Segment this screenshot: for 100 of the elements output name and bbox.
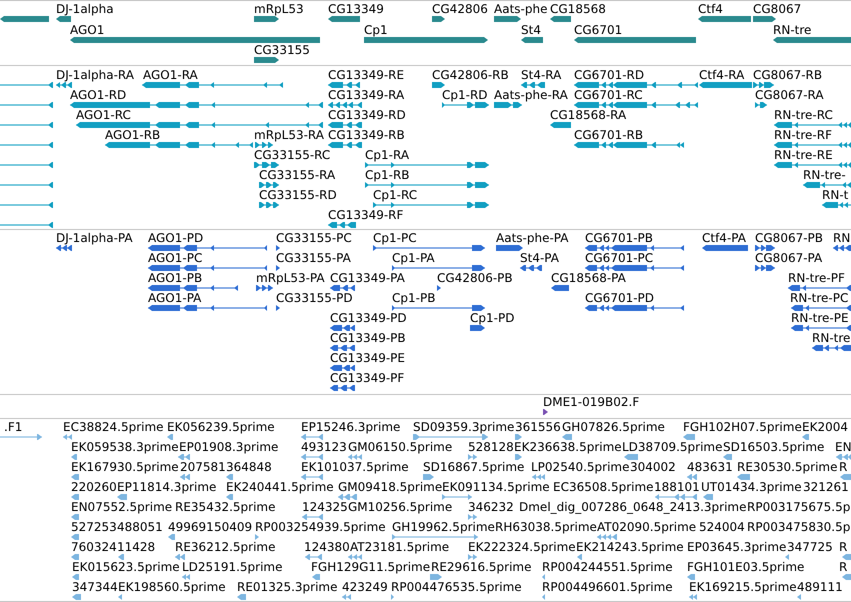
feature-glyph[interactable]	[803, 182, 851, 188]
feature-glyph[interactable]	[755, 265, 775, 271]
feature-glyph[interactable]	[791, 305, 851, 311]
feature-glyph[interactable]	[432, 82, 445, 88]
feature-glyph[interactable]	[702, 245, 748, 251]
feature-glyph[interactable]	[255, 142, 273, 148]
feature-glyph[interactable]	[432, 16, 445, 22]
feature-glyph[interactable]	[330, 385, 355, 391]
feature-glyph[interactable]	[364, 36, 488, 42]
feature-glyph[interactable]	[442, 102, 489, 108]
feature-glyph[interactable]	[56, 82, 72, 88]
feature-glyph[interactable]	[328, 102, 362, 108]
feature-glyph[interactable]	[791, 325, 851, 331]
feature-glyph[interactable]	[365, 182, 489, 188]
feature-label: RN-t	[822, 188, 848, 202]
feature-glyph[interactable]	[276, 265, 280, 271]
feature-glyph[interactable]	[774, 122, 851, 128]
feature-glyph[interactable]	[788, 285, 851, 291]
feature-glyph[interactable]	[276, 245, 280, 251]
feature-glyph[interactable]	[520, 265, 542, 271]
feature-glyph[interactable]	[698, 16, 751, 22]
feature-glyph[interactable]	[753, 16, 776, 22]
feature-glyph[interactable]	[494, 102, 522, 108]
feature-glyph[interactable]	[755, 245, 775, 251]
feature-glyph[interactable]	[585, 245, 684, 251]
feature-glyph[interactable]	[550, 16, 571, 22]
feature-label: DJ-1alpha-PA	[56, 231, 133, 245]
feature-glyph[interactable]	[148, 285, 238, 291]
feature-glyph[interactable]	[259, 202, 279, 208]
feature-glyph[interactable]	[0, 122, 53, 128]
feature-glyph[interactable]	[574, 36, 696, 42]
feature-glyph[interactable]	[148, 265, 267, 271]
feature-glyph[interactable]	[392, 265, 485, 271]
feature-glyph[interactable]	[328, 122, 362, 128]
feature-glyph[interactable]	[56, 16, 71, 22]
feature-glyph[interactable]	[330, 365, 355, 371]
feature-glyph[interactable]	[254, 16, 279, 22]
feature-glyph[interactable]	[276, 305, 280, 311]
feature-glyph[interactable]	[0, 222, 53, 228]
feature-glyph[interactable]	[574, 142, 684, 148]
feature-glyph[interactable]	[0, 182, 53, 188]
feature-label: EK167930.5prime	[71, 460, 179, 474]
feature-glyph[interactable]	[494, 16, 521, 22]
feature-glyph[interactable]	[373, 245, 485, 251]
feature-label: GM09418.5prime	[338, 480, 442, 494]
feature-glyph[interactable]	[551, 285, 569, 291]
feature-glyph[interactable]	[330, 285, 355, 291]
feature-glyph[interactable]	[373, 202, 489, 208]
feature-glyph[interactable]	[365, 162, 489, 168]
feature-glyph[interactable]	[774, 142, 851, 148]
feature-glyph[interactable]	[254, 162, 279, 168]
feature-glyph[interactable]	[0, 102, 53, 108]
feature-glyph[interactable]	[70, 102, 323, 108]
feature-glyph[interactable]	[328, 82, 360, 88]
feature-glyph[interactable]	[148, 245, 267, 251]
feature-glyph[interactable]	[328, 16, 360, 22]
feature-glyph[interactable]	[328, 142, 362, 148]
feature-glyph[interactable]	[76, 122, 323, 128]
feature-glyph[interactable]	[0, 202, 53, 208]
feature-glyph[interactable]	[56, 245, 72, 251]
feature-glyph[interactable]	[70, 36, 320, 42]
feature-glyph[interactable]	[496, 245, 523, 251]
feature-glyph[interactable]	[585, 305, 684, 311]
feature-glyph[interactable]	[392, 305, 485, 311]
feature-label: EN	[835, 440, 851, 454]
feature-glyph[interactable]	[148, 305, 267, 311]
feature-glyph[interactable]	[328, 222, 356, 228]
feature-label: RE29616.5prime	[431, 560, 532, 574]
feature-glyph[interactable]	[0, 82, 53, 88]
feature-glyph[interactable]	[822, 202, 851, 208]
feature-label: 50409	[214, 520, 252, 534]
feature-glyph[interactable]	[574, 102, 698, 108]
feature-glyph[interactable]	[753, 82, 774, 88]
feature-glyph[interactable]	[833, 245, 851, 251]
feature-glyph[interactable]	[330, 345, 355, 351]
feature-glyph[interactable]	[256, 285, 273, 291]
feature-glyph[interactable]	[330, 325, 355, 331]
feature-glyph[interactable]	[0, 142, 53, 148]
feature-glyph[interactable]	[0, 162, 53, 168]
feature-glyph[interactable]	[254, 57, 279, 63]
feature-glyph[interactable]	[259, 182, 279, 188]
feature-glyph[interactable]	[521, 82, 545, 88]
feature-glyph[interactable]	[437, 285, 441, 291]
feature-label: EK059538.3prime	[71, 440, 179, 454]
feature-glyph[interactable]	[142, 82, 283, 88]
feature-label: CG18568-RA	[550, 108, 626, 122]
feature-label: RE36212.5prime	[175, 540, 276, 554]
feature-label: RN-tre	[773, 22, 812, 36]
feature-glyph[interactable]	[550, 122, 571, 128]
feature-glyph[interactable]	[470, 325, 485, 331]
feature-glyph[interactable]	[0, 16, 49, 22]
feature-glyph[interactable]	[105, 142, 253, 148]
feature-glyph[interactable]	[543, 409, 548, 415]
feature-glyph[interactable]	[521, 36, 543, 42]
feature-glyph[interactable]	[585, 265, 684, 271]
feature-label: 499691	[168, 520, 214, 534]
feature-glyph[interactable]	[812, 345, 851, 351]
feature-glyph[interactable]	[755, 102, 767, 108]
feature-glyph[interactable]	[774, 162, 851, 168]
feature-glyph[interactable]	[773, 36, 851, 42]
